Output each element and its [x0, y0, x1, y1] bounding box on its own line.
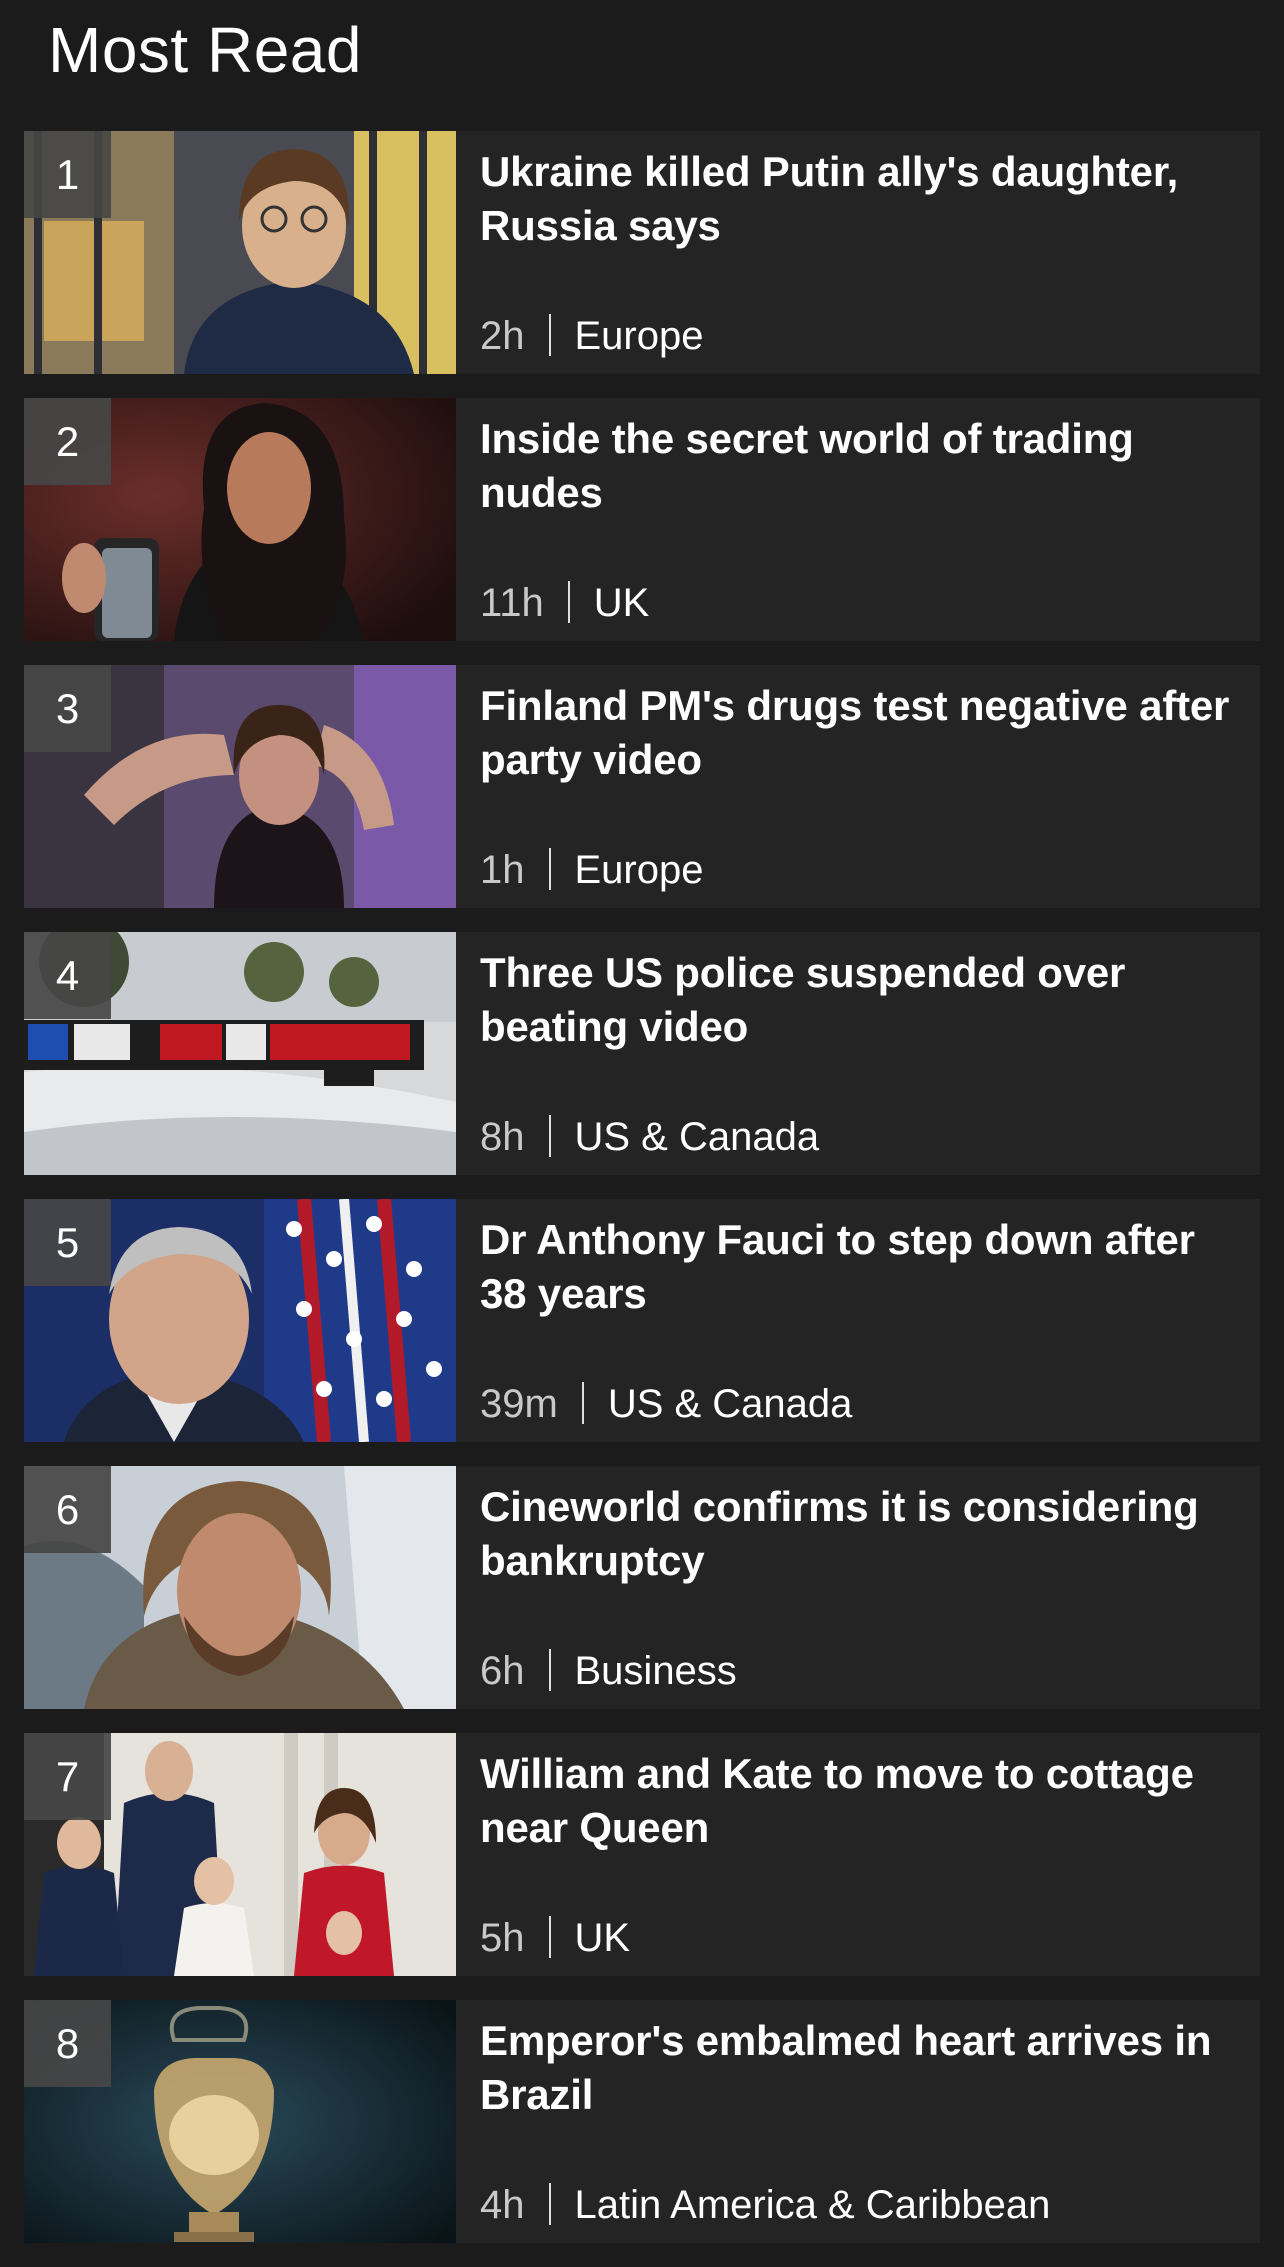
article-text: Cineworld confirms it is considering ban…	[480, 1480, 1250, 1700]
list-item[interactable]: 7 William and Kate to move to cottage ne…	[24, 1733, 1260, 1976]
article-time: 39m	[480, 1382, 558, 1426]
article-time: 6h	[480, 1649, 525, 1693]
meta-divider	[548, 1649, 551, 1691]
article-category[interactable]: Europe	[575, 848, 704, 892]
article-category[interactable]: UK	[594, 581, 650, 625]
article-thumbnail[interactable]: 2	[24, 398, 456, 641]
article-category[interactable]: Europe	[575, 314, 704, 358]
article-headline[interactable]: Emperor's embalmed heart arrives in Braz…	[480, 2014, 1250, 2122]
article-meta: 11h UK	[480, 576, 649, 630]
article-time: 11h	[480, 581, 544, 625]
list-item[interactable]: 3 Finland PM's drugs test negative after…	[24, 665, 1260, 908]
article-headline[interactable]: Ukraine killed Putin ally's daughter, Ru…	[480, 145, 1250, 253]
meta-divider	[567, 581, 570, 623]
article-headline[interactable]: Cineworld confirms it is considering ban…	[480, 1480, 1250, 1588]
article-thumbnail[interactable]: 3	[24, 665, 456, 908]
article-headline[interactable]: Finland PM's drugs test negative after p…	[480, 679, 1250, 787]
article-thumbnail[interactable]: 6	[24, 1466, 456, 1709]
article-meta: 8h US & Canada	[480, 1110, 819, 1164]
article-headline[interactable]: Inside the secret world of trading nudes	[480, 412, 1250, 520]
article-thumbnail[interactable]: 8	[24, 2000, 456, 2243]
article-meta: 1h Europe	[480, 843, 703, 897]
article-time: 5h	[480, 1916, 525, 1960]
rank-badge: 7	[24, 1733, 111, 1820]
article-meta: 39m US & Canada	[480, 1377, 852, 1431]
article-headline[interactable]: William and Kate to move to cottage near…	[480, 1747, 1250, 1855]
rank-badge: 8	[24, 2000, 111, 2087]
meta-divider	[548, 1115, 551, 1157]
article-category[interactable]: US & Canada	[608, 1382, 853, 1426]
article-category[interactable]: US & Canada	[575, 1115, 820, 1159]
article-thumbnail[interactable]: 4	[24, 932, 456, 1175]
most-read-list: 1 Ukraine killed Putin ally's daughter, …	[24, 131, 1260, 2267]
article-time: 2h	[480, 314, 525, 358]
article-text: Emperor's embalmed heart arrives in Braz…	[480, 2014, 1250, 2234]
rank-badge: 5	[24, 1199, 111, 1286]
article-text: William and Kate to move to cottage near…	[480, 1747, 1250, 1967]
rank-badge: 2	[24, 398, 111, 485]
rank-badge: 6	[24, 1466, 111, 1553]
list-item[interactable]: 4 Three US police suspended over beating…	[24, 932, 1260, 1175]
most-read-section: Most Read 1 Ukraine killed Putin ally's …	[0, 0, 1284, 2256]
article-text: Finland PM's drugs test negative after p…	[480, 679, 1250, 899]
article-headline[interactable]: Three US police suspended over beating v…	[480, 946, 1250, 1054]
list-item[interactable]: 2 Inside the secret world of trading nud…	[24, 398, 1260, 641]
article-meta: 4h Latin America & Caribbean	[480, 2178, 1050, 2232]
meta-divider	[548, 1916, 551, 1958]
article-time: 1h	[480, 848, 525, 892]
article-thumbnail[interactable]: 5	[24, 1199, 456, 1442]
article-category[interactable]: Latin America & Caribbean	[575, 2183, 1051, 2227]
meta-divider	[548, 848, 551, 890]
article-thumbnail[interactable]: 1	[24, 131, 456, 374]
meta-divider	[581, 1382, 584, 1424]
article-headline[interactable]: Dr Anthony Fauci to step down after 38 y…	[480, 1213, 1250, 1321]
article-text: Ukraine killed Putin ally's daughter, Ru…	[480, 145, 1250, 365]
article-time: 8h	[480, 1115, 525, 1159]
article-thumbnail[interactable]: 7	[24, 1733, 456, 1976]
article-category[interactable]: UK	[575, 1916, 631, 1960]
article-meta: 2h Europe	[480, 309, 703, 363]
article-category[interactable]: Business	[575, 1649, 737, 1693]
article-meta: 6h Business	[480, 1644, 737, 1698]
rank-badge: 3	[24, 665, 111, 752]
list-item[interactable]: 5 Dr Anthony Fauci to step down after 38…	[24, 1199, 1260, 1442]
article-meta: 5h UK	[480, 1911, 630, 1965]
list-item[interactable]: 6 Cineworld confirms it is considering b…	[24, 1466, 1260, 1709]
article-text: Three US police suspended over beating v…	[480, 946, 1250, 1166]
list-item[interactable]: 8 Emperor's embalmed heart arrives in Br…	[24, 2000, 1260, 2243]
meta-divider	[548, 314, 551, 356]
meta-divider	[548, 2183, 551, 2225]
section-title: Most Read	[48, 14, 362, 86]
article-text: Dr Anthony Fauci to step down after 38 y…	[480, 1213, 1250, 1433]
rank-badge: 4	[24, 932, 111, 1019]
rank-badge: 1	[24, 131, 111, 218]
article-text: Inside the secret world of trading nudes…	[480, 412, 1250, 632]
article-time: 4h	[480, 2183, 525, 2227]
list-item[interactable]: 1 Ukraine killed Putin ally's daughter, …	[24, 131, 1260, 374]
